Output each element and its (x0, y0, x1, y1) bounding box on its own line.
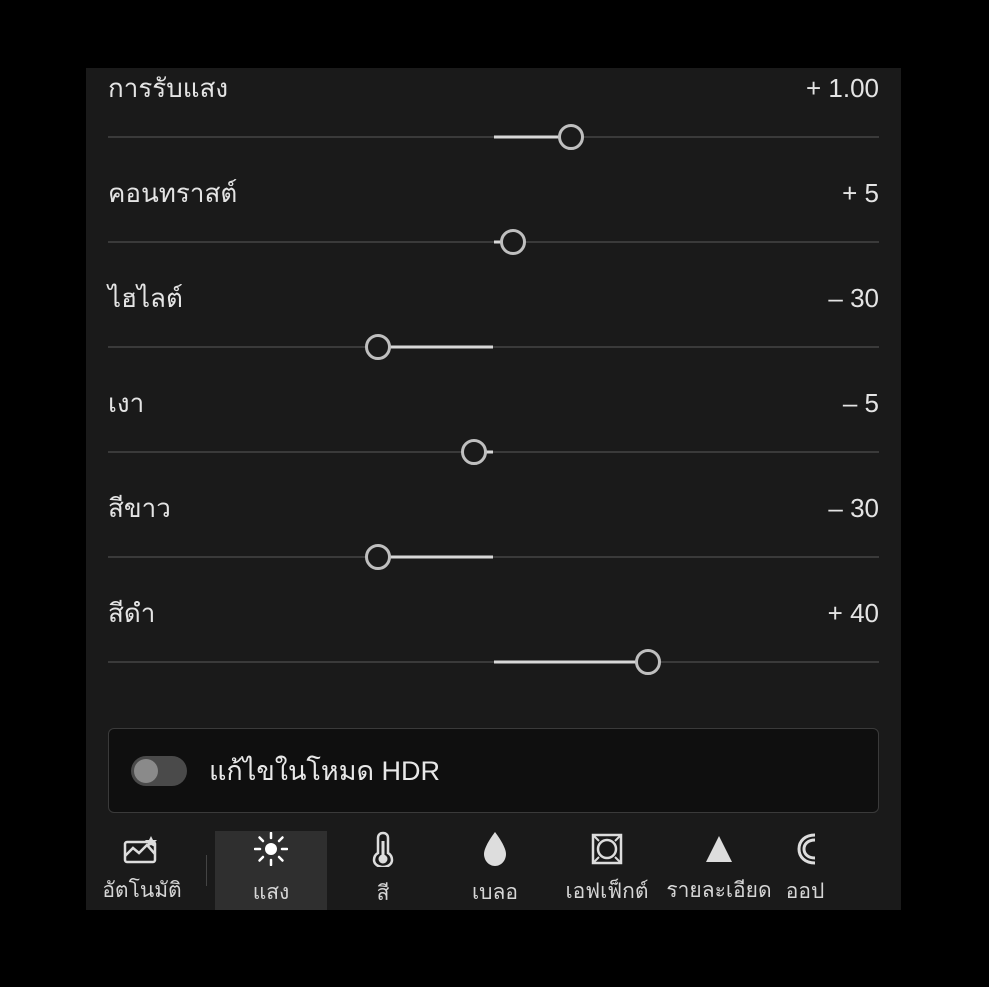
vignette-icon (591, 833, 623, 865)
light-adjustments-panel: การรับแสง + 1.00 คอนทราสต์ + 5 ไฮไลต (86, 68, 901, 910)
drop-icon (482, 832, 508, 866)
slider-blacks-thumb[interactable] (635, 649, 661, 675)
slider-exposure: การรับแสง + 1.00 (108, 68, 879, 151)
slider-contrast-thumb[interactable] (500, 229, 526, 255)
tab-detail[interactable]: รายละเอียด (663, 831, 775, 910)
slider-contrast: คอนทราสต์ + 5 (108, 173, 879, 256)
slider-shadows-label: เงา (108, 383, 144, 424)
tab-optics-label: ออป (786, 875, 825, 908)
auto-icon (123, 834, 161, 864)
slider-highlights-track[interactable] (108, 333, 879, 361)
thermometer-icon (371, 831, 395, 867)
bottom-tabbar: อัตโนมัติ (86, 831, 901, 910)
sun-icon (254, 832, 288, 866)
slider-whites: สีขาว – 30 (108, 488, 879, 571)
slider-contrast-label: คอนทราสต์ (108, 173, 237, 214)
slider-shadows: เงา – 5 (108, 383, 879, 466)
hdr-toggle-knob (134, 759, 158, 783)
slider-contrast-value: + 5 (842, 178, 879, 209)
slider-whites-value: – 30 (828, 493, 879, 524)
slider-exposure-track[interactable] (108, 123, 879, 151)
slider-blacks-label: สีดำ (108, 593, 155, 634)
slider-whites-thumb[interactable] (365, 544, 391, 570)
slider-highlights: ไฮไลต์ – 30 (108, 278, 879, 361)
tab-detail-label: รายละเอียด (666, 874, 771, 907)
slider-blacks-track[interactable] (108, 648, 879, 676)
tab-color[interactable]: สี (327, 831, 439, 910)
tab-auto[interactable]: อัตโนมัติ (86, 831, 198, 910)
tab-auto-label: อัตโนมัติ (102, 874, 181, 907)
slider-exposure-value: + 1.00 (806, 73, 879, 104)
hdr-mode-box: แก้ไขในโหมด HDR (108, 728, 879, 813)
slider-blacks: สีดำ + 40 (108, 593, 879, 676)
tab-light-label: แสง (253, 876, 290, 909)
slider-contrast-track[interactable] (108, 228, 879, 256)
slider-highlights-thumb[interactable] (365, 334, 391, 360)
lens-icon (795, 833, 815, 865)
slider-shadows-thumb[interactable] (461, 439, 487, 465)
tab-color-label: สี (377, 877, 390, 910)
tab-effects-label: เอฟเฟ็กต์ (565, 875, 648, 908)
hdr-label: แก้ไขในโหมด HDR (209, 749, 440, 792)
slider-shadows-track[interactable] (108, 438, 879, 466)
slider-highlights-value: – 30 (828, 283, 879, 314)
slider-exposure-thumb[interactable] (558, 124, 584, 150)
tab-optics[interactable]: ออป (775, 831, 835, 910)
tabbar-divider (206, 855, 207, 886)
hdr-toggle[interactable] (131, 756, 187, 786)
tab-effects[interactable]: เอฟเฟ็กต์ (551, 831, 663, 910)
sliders-area: การรับแสง + 1.00 คอนทราสต์ + 5 ไฮไลต (86, 68, 901, 698)
slider-highlights-label: ไฮไลต์ (108, 278, 183, 319)
tab-blur-label: เบลอ (472, 876, 518, 909)
slider-exposure-label: การรับแสง (108, 68, 228, 109)
slider-blacks-value: + 40 (828, 598, 879, 629)
triangle-icon (704, 834, 734, 864)
tab-light[interactable]: แสง (215, 831, 327, 910)
slider-shadows-value: – 5 (843, 388, 879, 419)
slider-whites-label: สีขาว (108, 488, 171, 529)
slider-whites-track[interactable] (108, 543, 879, 571)
tab-blur[interactable]: เบลอ (439, 831, 551, 910)
